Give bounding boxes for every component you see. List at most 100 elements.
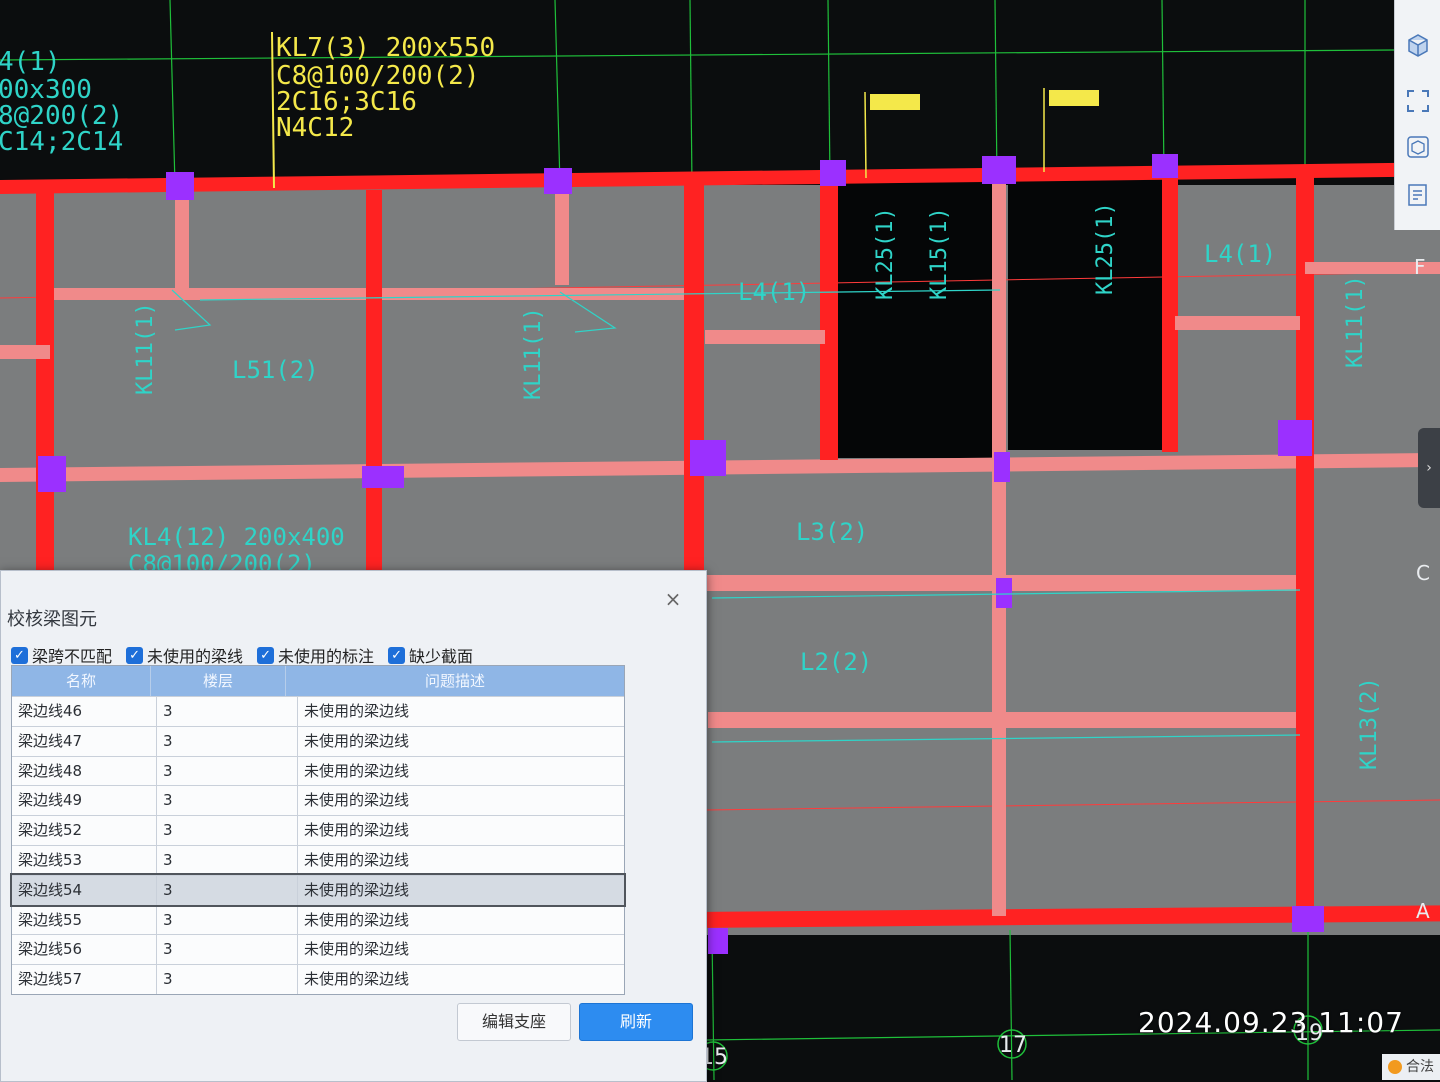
table-row[interactable]: 梁边线46 3 未使用的梁边线 (12, 696, 624, 726)
column (996, 578, 1012, 608)
table-row[interactable]: 梁边线57 3 未使用的梁边线 (12, 964, 624, 994)
panel-expand-handle[interactable]: › (1418, 428, 1440, 508)
filter-span-mismatch[interactable]: ✓ 梁跨不匹配 (11, 643, 112, 667)
cell-desc: 未使用的梁边线 (304, 880, 410, 899)
warning-icon (1388, 1060, 1402, 1074)
beam-label: L51(2) (232, 356, 319, 384)
cell-desc: 未使用的梁边线 (304, 850, 410, 869)
beam-stub-2 (705, 330, 825, 344)
axis-a: A (1416, 899, 1430, 923)
filter-unused-beam-line[interactable]: ✓ 未使用的梁线 (126, 643, 243, 667)
annotation-mark (1049, 90, 1099, 106)
cell-desc: 未使用的梁边线 (304, 731, 410, 750)
column-header-floor[interactable]: 楼层 (151, 666, 286, 696)
beam-label: KL15(1) (927, 207, 952, 300)
beam-col-2 (366, 190, 382, 580)
kl4-label-1: KL4(12) 200x400 (128, 523, 345, 551)
cell-floor: 3 (157, 875, 298, 905)
cell-desc: 未使用的梁边线 (304, 910, 410, 929)
table-row[interactable]: 梁边线48 3 未使用的梁边线 (12, 755, 624, 786)
table-row[interactable]: 梁边线56 3 未使用的梁边线 (12, 934, 624, 965)
cell-name: 梁边线47 (12, 726, 157, 756)
checkbox-checked-icon[interactable]: ✓ (11, 646, 28, 664)
column-header-name[interactable]: 名称 (12, 666, 151, 696)
cube-icon[interactable] (1403, 30, 1433, 60)
cell-desc: 未使用的梁边线 (304, 791, 410, 810)
chevron-right-icon: › (1426, 460, 1432, 476)
status-indicator: 合法 (1382, 1054, 1440, 1080)
cell-floor: 3 (157, 786, 298, 816)
checkbox-checked-icon[interactable]: ✓ (388, 646, 406, 664)
filter-bar: ✓ 梁跨不匹配 ✓ 未使用的梁线 ✓ 未使用的标注 ✓ 缺少截面 (11, 643, 473, 667)
table-row[interactable]: 梁边线55 3 未使用的梁边线 (12, 904, 624, 935)
report-icon[interactable] (1403, 180, 1433, 210)
table-body: 梁边线46 3 未使用的梁边线 梁边线47 3 未使用的梁边线 梁边线48 3 未使用的梁边线梁… (10, 696, 626, 994)
table-row[interactable]: 梁边线53 3 未使用的梁边线 (12, 844, 624, 875)
beam-col-5 (992, 176, 1006, 916)
cell-name: 梁边线53 (12, 845, 157, 875)
cell-name: 梁边线55 (12, 905, 157, 935)
filter-unused-annotation[interactable]: ✓ 未使用的标注 (257, 643, 374, 667)
column (166, 172, 194, 200)
cell-floor: 3 (157, 905, 298, 935)
refresh-button[interactable]: 刷新 (579, 1003, 693, 1041)
column-header-description[interactable]: 问题描述 (286, 666, 624, 696)
column (982, 156, 1016, 184)
fit-view-icon[interactable] (1403, 86, 1433, 116)
cell-name: 梁边线57 (12, 965, 157, 994)
checkbox-checked-icon[interactable]: ✓ (257, 646, 275, 664)
table-row[interactable]: 梁边线47 3 未使用的梁边线 (12, 725, 624, 756)
beam-label: KL25(1) (873, 207, 898, 300)
table-row[interactable]: 梁边线54 3 未使用的梁边线 (10, 872, 626, 907)
beam-label: L2(2) (800, 648, 872, 676)
kl7-label-1: KL7(3) 200x550 (276, 33, 495, 63)
cell-name: 梁边线56 (12, 935, 157, 965)
cell-name: 梁边线52 (12, 816, 157, 845)
cell-desc: 未使用的梁边线 (304, 821, 410, 840)
table-row[interactable]: 梁边线49 3 未使用的梁边线 (12, 785, 624, 816)
cell-name: 梁边线49 (12, 786, 157, 816)
close-icon[interactable]: × (661, 587, 685, 611)
cell-name: 梁边线46 (12, 697, 157, 726)
check-beam-dialog: 校核梁图元 × ✓ 梁跨不匹配 ✓ 未使用的梁线 ✓ 未使用的标注 ✓ 缺少截面 名称 … (0, 570, 707, 1082)
checkbox-checked-icon[interactable]: ✓ (126, 646, 144, 664)
left-label-1: 4(1) (0, 47, 61, 77)
beam-label: KL11(1) (521, 307, 546, 400)
beam-label: L3(2) (796, 518, 868, 546)
annotation-mark (870, 94, 920, 110)
dialog-title: 校核梁图元 (7, 609, 97, 630)
beam-label: KL13(2) (1357, 677, 1382, 770)
axis-f: F (1414, 255, 1426, 279)
view-toolbar (1394, 0, 1440, 230)
beam-label: KL25(1) (1093, 202, 1118, 295)
column (820, 160, 846, 186)
beam-col-1 (36, 190, 54, 590)
issues-table: 名称 楼层 问题描述 梁边线46 3 未使用的梁边线 梁边线47 3 未使用的梁边线 梁边线… (10, 665, 626, 995)
axis-17: 17 (999, 1033, 1027, 1058)
cell-floor: 3 (157, 965, 298, 994)
edit-support-button[interactable]: 编辑支座 (457, 1003, 571, 1041)
table-header: 名称 楼层 问题描述 (12, 666, 624, 696)
cell-floor: 3 (157, 697, 298, 726)
column (1152, 154, 1178, 178)
cell-name: 梁边线48 (12, 756, 157, 786)
beam-label: KL11(1) (133, 302, 158, 395)
beam-stub-6 (555, 185, 569, 285)
column (38, 456, 66, 492)
filter-missing-section[interactable]: ✓ 缺少截面 (388, 643, 473, 667)
axis-c: C (1416, 561, 1430, 585)
cell-floor: 3 (157, 816, 298, 845)
column (708, 928, 728, 954)
beam-col-6 (1162, 170, 1178, 452)
beam-label: L4(1) (1204, 240, 1276, 268)
cell-floor: 3 (157, 756, 298, 786)
table-row[interactable]: 梁边线52 3 未使用的梁边线 (12, 815, 624, 845)
box-icon[interactable] (1403, 132, 1433, 162)
beam-stub-3 (1175, 316, 1300, 330)
cell-floor: 3 (157, 845, 298, 875)
cell-desc: 未使用的梁边线 (304, 970, 410, 989)
cell-floor: 3 (157, 935, 298, 965)
beam-stub-5 (175, 190, 189, 300)
column (690, 440, 726, 476)
beam-col-7 (1296, 168, 1314, 928)
